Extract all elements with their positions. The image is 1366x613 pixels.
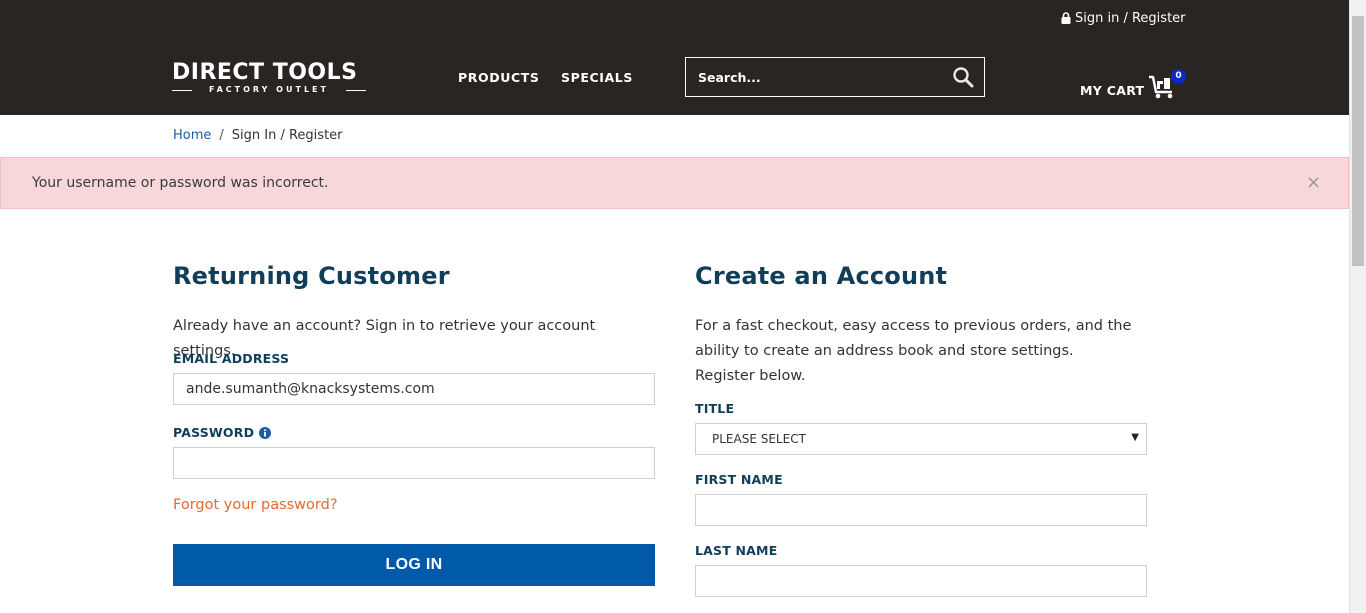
email-label-text: EMAIL ADDRESS	[173, 351, 290, 366]
my-cart-label[interactable]: MY CART	[1080, 83, 1144, 98]
search-icon[interactable]	[952, 66, 974, 88]
cart-count-badge: 0	[1171, 69, 1186, 84]
password-label-text: PASSWORD	[173, 425, 255, 440]
alert-message: Your username or password was incorrect.	[32, 175, 329, 191]
breadcrumb-current: Sign In / Register	[231, 128, 343, 143]
nav-specials[interactable]: SPECIALS	[561, 70, 633, 85]
page-scrollbar[interactable]	[1349, 0, 1366, 613]
chevron-down-icon: ▼	[1131, 432, 1139, 443]
title-label: TITLE	[695, 401, 734, 416]
search-box	[685, 57, 985, 97]
login-button[interactable]: LOG IN	[173, 544, 655, 586]
last-name-field[interactable]	[695, 565, 1147, 597]
title-select-value: PLEASE SELECT	[712, 432, 806, 446]
breadcrumb-separator: /	[219, 128, 224, 143]
search-input[interactable]	[686, 69, 936, 85]
first-name-label-text: FIRST NAME	[695, 472, 783, 487]
logo-sub-text: FACTORY OUTLET	[172, 85, 366, 95]
close-icon[interactable]: ×	[1306, 172, 1321, 193]
last-name-label-text: LAST NAME	[695, 543, 778, 558]
scrollbar-thumb[interactable]	[1352, 16, 1364, 266]
breadcrumb: Home / Sign In / Register	[173, 128, 343, 143]
first-name-field[interactable]	[695, 494, 1147, 526]
last-name-label: LAST NAME	[695, 543, 777, 558]
title-label-text: TITLE	[695, 401, 735, 416]
signin-register-link[interactable]: Sign in / Register	[1061, 9, 1186, 27]
signin-register-text: Sign in / Register	[1075, 10, 1186, 26]
lock-icon	[1061, 12, 1071, 24]
info-icon[interactable]	[259, 426, 272, 439]
direct-tools-logo[interactable]: DIRECT TOOLS FACTORY OUTLET	[172, 62, 366, 96]
password-field[interactable]	[173, 447, 655, 479]
logo-main-text: DIRECT TOOLS	[172, 60, 358, 85]
error-alert: Your username or password was incorrect.…	[0, 157, 1349, 209]
breadcrumb-home-link[interactable]: Home	[173, 128, 211, 143]
email-label: EMAIL ADDRESS	[173, 351, 289, 366]
title-select[interactable]: PLEASE SELECT ▼	[695, 423, 1147, 455]
nav-products[interactable]: PRODUCTS	[458, 70, 539, 85]
returning-customer-heading: Returning Customer	[173, 262, 450, 290]
create-account-heading: Create an Account	[695, 262, 948, 290]
page: Sign in / Register DIRECT TOOLS FACTORY …	[0, 0, 1349, 613]
site-header: Sign in / Register DIRECT TOOLS FACTORY …	[0, 0, 1349, 115]
email-field[interactable]: ande.sumanth@knacksystems.com	[173, 373, 655, 405]
forgot-password-link[interactable]: Forgot your password?	[173, 497, 338, 513]
create-intro: For a fast checkout, easy access to prev…	[695, 318, 1132, 384]
password-label: PASSWORD	[173, 425, 272, 440]
first-name-label: FIRST NAME	[695, 472, 783, 487]
